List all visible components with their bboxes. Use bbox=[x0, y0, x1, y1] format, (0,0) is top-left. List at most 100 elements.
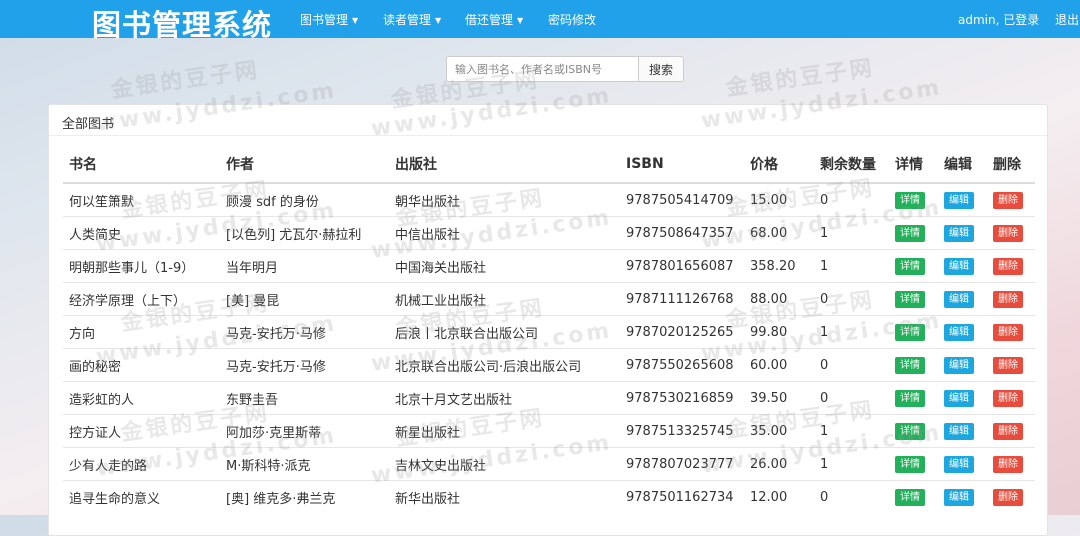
cell-price: 60.00 bbox=[744, 348, 814, 382]
cell-publisher: 机械工业出版社 bbox=[389, 282, 620, 316]
cell-remaining: 0 bbox=[814, 182, 889, 217]
detail-button[interactable]: 详情 bbox=[895, 224, 925, 242]
cell-edit: 编辑 bbox=[938, 216, 987, 250]
cell-edit: 编辑 bbox=[938, 480, 987, 513]
header-isbn: ISBN bbox=[620, 145, 744, 184]
cell-title: 明朝那些事儿（1-9） bbox=[63, 249, 220, 283]
cell-remaining: 1 bbox=[814, 249, 889, 283]
edit-button[interactable]: 编辑 bbox=[944, 389, 974, 407]
cell-edit: 编辑 bbox=[938, 182, 987, 217]
cell-delete: 删除 bbox=[987, 249, 1035, 283]
table-header-row: 书名 作者 出版社 ISBN 价格 剩余数量 详情 编辑 删除 bbox=[63, 145, 1035, 184]
cell-isbn: 9787508647357 bbox=[620, 216, 744, 250]
delete-button[interactable]: 删除 bbox=[993, 356, 1023, 374]
table-row: 画的秘密 马克-安托万·马修 北京联合出版公司·后浪出版公司 978755026560… bbox=[63, 348, 1035, 382]
table-body: 何以笙箫默 顾漫 sdf 的身份 朝华出版社 9787505414709 15.00 0 详… bbox=[63, 182, 1035, 513]
cell-remaining: 0 bbox=[814, 348, 889, 382]
cell-isbn: 9787550265608 bbox=[620, 348, 744, 382]
cell-remaining: 0 bbox=[814, 282, 889, 316]
header-detail: 详情 bbox=[889, 145, 938, 184]
cell-author: [美] 曼昆 bbox=[220, 282, 389, 316]
cell-title: 少有人走的路 bbox=[63, 447, 220, 481]
delete-button[interactable]: 删除 bbox=[993, 389, 1023, 407]
cell-remaining: 1 bbox=[814, 216, 889, 250]
menu-reader-management[interactable]: 读者管理 ▼ bbox=[383, 11, 441, 28]
table-row: 造彩虹的人 东野圭吾 北京十月文艺出版社 9787530216859 39.50 0 详情 编… bbox=[63, 381, 1035, 415]
detail-button[interactable]: 详情 bbox=[895, 323, 925, 341]
edit-button[interactable]: 编辑 bbox=[944, 323, 974, 341]
delete-button[interactable]: 删除 bbox=[993, 323, 1023, 341]
cell-remaining: 1 bbox=[814, 414, 889, 448]
cell-author: [以色列] 尤瓦尔·赫拉利 bbox=[220, 216, 389, 250]
search-button[interactable]: 搜索 bbox=[638, 56, 684, 82]
table-row: 追寻生命的意义 [奥] 维克多·弗兰克 新华出版社 9787501162734 12.0… bbox=[63, 480, 1035, 513]
cell-edit: 编辑 bbox=[938, 282, 987, 316]
delete-button[interactable]: 删除 bbox=[993, 224, 1023, 242]
menu-borrow-return[interactable]: 借还管理 ▼ bbox=[465, 11, 523, 28]
cell-edit: 编辑 bbox=[938, 315, 987, 349]
menu-change-password[interactable]: 密码修改 bbox=[548, 11, 596, 28]
cell-edit: 编辑 bbox=[938, 414, 987, 448]
cell-author: [奥] 维克多·弗兰克 bbox=[220, 480, 389, 513]
edit-button[interactable]: 编辑 bbox=[944, 488, 974, 506]
cell-author: 顾漫 sdf 的身份 bbox=[220, 182, 389, 217]
delete-button[interactable]: 删除 bbox=[993, 488, 1023, 506]
cell-title: 画的秘密 bbox=[63, 348, 220, 382]
cell-title: 人类简史 bbox=[63, 216, 220, 250]
cell-isbn: 9787513325745 bbox=[620, 414, 744, 448]
menu-book-management[interactable]: 图书管理 ▼ bbox=[300, 11, 358, 28]
logout-link[interactable]: 退出 bbox=[1055, 11, 1079, 28]
detail-button[interactable]: 详情 bbox=[895, 455, 925, 473]
detail-button[interactable]: 详情 bbox=[895, 356, 925, 374]
edit-button[interactable]: 编辑 bbox=[944, 455, 974, 473]
cell-isbn: 9787801656087 bbox=[620, 249, 744, 283]
table-row: 控方证人 阿加莎·克里斯蒂 新星出版社 9787513325745 35.00 1 详情 编辑… bbox=[63, 414, 1035, 448]
cell-edit: 编辑 bbox=[938, 447, 987, 481]
detail-button[interactable]: 详情 bbox=[895, 191, 925, 209]
table-row: 何以笙箫默 顾漫 sdf 的身份 朝华出版社 9787505414709 15.00 0 详… bbox=[63, 182, 1035, 217]
cell-delete: 删除 bbox=[987, 381, 1035, 415]
delete-button[interactable]: 删除 bbox=[993, 191, 1023, 209]
table-row: 少有人走的路 M·斯科特·派克 吉林文史出版社 9787807023777 26.00 1… bbox=[63, 447, 1035, 481]
detail-button[interactable]: 详情 bbox=[895, 488, 925, 506]
cell-detail: 详情 bbox=[889, 480, 938, 513]
cell-delete: 删除 bbox=[987, 282, 1035, 316]
cell-isbn: 9787020125265 bbox=[620, 315, 744, 349]
brand-title[interactable]: 图书管理系统 bbox=[92, 2, 272, 44]
cell-detail: 详情 bbox=[889, 182, 938, 217]
detail-button[interactable]: 详情 bbox=[895, 422, 925, 440]
detail-button[interactable]: 详情 bbox=[895, 290, 925, 308]
cell-price: 12.00 bbox=[744, 480, 814, 513]
edit-button[interactable]: 编辑 bbox=[944, 257, 974, 275]
cell-remaining: 0 bbox=[814, 480, 889, 513]
cell-delete: 删除 bbox=[987, 414, 1035, 448]
delete-button[interactable]: 删除 bbox=[993, 290, 1023, 308]
cell-publisher: 北京联合出版公司·后浪出版公司 bbox=[389, 348, 620, 382]
cell-edit: 编辑 bbox=[938, 249, 987, 283]
delete-button[interactable]: 删除 bbox=[993, 257, 1023, 275]
delete-button[interactable]: 删除 bbox=[993, 455, 1023, 473]
search-input[interactable] bbox=[446, 56, 638, 82]
cell-publisher: 中国海关出版社 bbox=[389, 249, 620, 283]
user-status[interactable]: admin, 已登录 bbox=[958, 11, 1039, 28]
cell-price: 39.50 bbox=[744, 381, 814, 415]
edit-button[interactable]: 编辑 bbox=[944, 356, 974, 374]
books-panel: 全部图书 书名 作者 出版社 ISBN 价格 剩余数量 详情 编辑 删除 何以笙… bbox=[48, 104, 1048, 536]
cell-author: 东野圭吾 bbox=[220, 381, 389, 415]
cell-publisher: 北京十月文艺出版社 bbox=[389, 381, 620, 415]
detail-button[interactable]: 详情 bbox=[895, 389, 925, 407]
edit-button[interactable]: 编辑 bbox=[944, 191, 974, 209]
edit-button[interactable]: 编辑 bbox=[944, 422, 974, 440]
edit-button[interactable]: 编辑 bbox=[944, 224, 974, 242]
header-author: 作者 bbox=[220, 145, 389, 184]
delete-button[interactable]: 删除 bbox=[993, 422, 1023, 440]
header-remaining: 剩余数量 bbox=[814, 145, 889, 184]
detail-button[interactable]: 详情 bbox=[895, 257, 925, 275]
caret-down-icon: ▼ bbox=[352, 16, 359, 25]
cell-author: 当年明月 bbox=[220, 249, 389, 283]
edit-button[interactable]: 编辑 bbox=[944, 290, 974, 308]
cell-price: 99.80 bbox=[744, 315, 814, 349]
cell-publisher: 吉林文史出版社 bbox=[389, 447, 620, 481]
cell-author: 马克-安托万·马修 bbox=[220, 315, 389, 349]
top-navbar: 图书管理系统 图书管理 ▼ 读者管理 ▼ 借还管理 ▼ 密码修改 admin, 已登录… bbox=[0, 0, 1080, 42]
